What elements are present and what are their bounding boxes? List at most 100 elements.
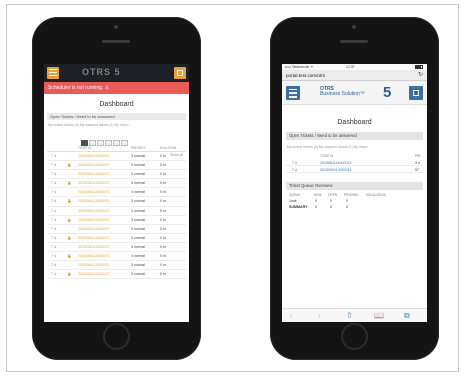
ticket-number-link[interactable]: 2015060114000011 <box>320 168 351 172</box>
table-row[interactable]: 7 d 2015060114000011 97 <box>286 166 423 173</box>
queue-pending-count: 0 <box>346 205 348 209</box>
ticket-number-link[interactable]: 2015060114000471 <box>78 245 110 249</box>
ticket-number-link[interactable]: 2015061114000014 <box>320 161 351 165</box>
figure-frame: OTRS 5 Scheduler is not running. ⚠ Dashb… <box>6 4 459 372</box>
ticket-age: 7 d <box>51 154 56 158</box>
menu-icon[interactable] <box>47 67 59 79</box>
column-header: OPEN <box>328 193 338 197</box>
menu-icon[interactable] <box>286 86 300 100</box>
back-icon[interactable]: ‹ <box>290 311 293 321</box>
section-header-open-tickets[interactable]: Open Tickets / Need to be answered <box>286 132 423 140</box>
queue-open-count: 0 <box>330 199 332 203</box>
column-header[interactable]: TICKET# <box>78 146 91 150</box>
tabs-icon[interactable]: ⧉ <box>404 311 410 321</box>
table-row[interactable]: 7 d 2015060114000471 3 normal 0 m <box>47 225 186 234</box>
ticket-number-link[interactable]: 2015060114000471 <box>78 272 110 276</box>
ticket-age: 7 d <box>292 160 297 165</box>
ticket-priority: 3 normal <box>131 254 145 259</box>
table-row[interactable]: 7 d 2015060114000471 3 normal 0 m <box>47 207 186 216</box>
ticket-age: 7 d <box>51 263 56 268</box>
logo-number: 5 <box>383 84 392 101</box>
reload-icon[interactable]: ↻ <box>418 70 423 81</box>
notification-icon[interactable] <box>409 86 423 100</box>
notification-icon[interactable] <box>174 67 186 79</box>
ticket-number-link[interactable]: 2015060114000471 <box>78 227 110 231</box>
column-header[interactable]: TICKET# <box>320 154 333 158</box>
ticket-priority: 3 n <box>415 160 420 165</box>
share-icon[interactable]: ⇧ <box>346 311 353 321</box>
ticket-filter-tabs[interactable]: My locked tickets (0) My watched tickets… <box>287 145 422 151</box>
column-header: PENDING <box>344 193 359 197</box>
bookmarks-icon[interactable]: 📖 <box>374 311 384 321</box>
ticket-number-link[interactable]: 2015060114000471 <box>78 263 110 267</box>
ticket-solution-time: 0 m <box>160 235 166 240</box>
ticket-number-link[interactable]: 2015060114000471 <box>78 218 110 222</box>
table-row[interactable]: 7 d 2015060114000471 3 normal 0 m <box>47 152 186 162</box>
ticket-number-link[interactable]: 2015060114000471 <box>78 181 110 185</box>
lock-icon: 🔒 <box>67 254 72 259</box>
ticket-filter-tabs[interactable]: My locked tickets (0) My watched tickets… <box>48 123 185 129</box>
ticket-age: 7 d <box>51 235 56 240</box>
ticket-number-link[interactable]: 2015060114000471 <box>78 172 110 176</box>
table-row[interactable]: 7 d 2015060114000471 3 normal 0 m <box>47 170 186 180</box>
ticket-number-link[interactable]: 2015060114000471 <box>78 163 110 167</box>
home-button[interactable] <box>103 323 130 350</box>
lock-icon: 🔒 <box>67 272 72 277</box>
ticket-number-link[interactable]: 2015060114000471 <box>78 154 110 158</box>
ticket-number-link[interactable]: 2015060114000471 <box>78 236 110 240</box>
speaker <box>340 40 368 43</box>
table-row[interactable]: 7 d 🔒 2015060114000471 3 normal 0 m <box>47 161 186 171</box>
queue-new-count: 0 <box>315 205 317 209</box>
section-header-queue-overview[interactable]: Ticket Queue Overview <box>286 182 423 190</box>
ticket-solution-time: 0 m <box>160 172 166 177</box>
forward-icon[interactable]: › <box>318 311 321 321</box>
screen-left: OTRS 5 Scheduler is not running. ⚠ Dashb… <box>44 64 189 322</box>
queue-name: SUMMARY <box>289 205 308 209</box>
ticket-age: 7 d <box>51 190 56 195</box>
ticket-solution-time: 0 m <box>160 263 166 268</box>
ticket-age: 7 d <box>51 172 56 177</box>
ticket-number-link[interactable]: 2015060114000471 <box>78 254 110 258</box>
ticket-solution-time: 0 m <box>160 254 166 259</box>
table-row[interactable]: 7 d 🔒 2015060114000471 3 normal 0 m <box>47 179 186 189</box>
ticket-age: 7 d <box>51 199 56 204</box>
table-row[interactable]: 7 d 🔒 2015060114000471 3 normal 0 m <box>47 197 186 207</box>
table-row[interactable]: 7 d 2015060114000471 3 normal 0 m <box>47 243 186 253</box>
table-row[interactable]: 7 d 🔒 2015060114000471 3 normal 0 m <box>47 270 186 280</box>
ticket-priority: 97 <box>415 167 419 172</box>
table-row[interactable]: 7 d 2015060114000471 3 normal 0 m <box>47 261 186 271</box>
ticket-number-link[interactable]: 2015060114000471 <box>78 190 110 194</box>
ticket-priority: 3 normal <box>131 263 145 268</box>
ticket-age: 7 d <box>51 163 56 168</box>
camera <box>352 25 356 29</box>
ticket-priority: 3 normal <box>131 199 145 204</box>
lock-icon: 🔒 <box>67 235 72 240</box>
ticket-age: 7 d <box>51 181 56 186</box>
home-button[interactable] <box>341 323 368 350</box>
ticket-priority: 3 normal <box>131 226 145 231</box>
url-text: portal.test.com/otrs <box>286 73 326 78</box>
pagination <box>81 133 189 146</box>
column-header[interactable]: PRIORITY <box>131 146 146 150</box>
column-header[interactable]: SOLUTION <box>160 146 176 150</box>
table-row[interactable]: 7 d 🔒 2015060114000471 3 normal 0 m <box>47 252 186 262</box>
column-header[interactable]: PRI <box>415 154 420 158</box>
table-row[interactable]: 7 d 2015061114000014 3 n <box>286 159 423 166</box>
table-row[interactable]: 7 d 🔒 2015060114000471 3 normal 0 m <box>47 216 186 225</box>
queue-pending-count: 0 <box>346 199 348 203</box>
ticket-priority: 3 normal <box>131 272 145 277</box>
ticket-solution-time: 0 m <box>160 217 166 222</box>
table-row[interactable]: 7 d 2015060114000471 3 normal 0 m <box>47 188 186 198</box>
ticket-age: 7 d <box>51 254 56 259</box>
carrier-label: ••••• Telekom.de ᯤ <box>285 65 314 69</box>
otrs-logo: OTRS 5 <box>82 67 121 77</box>
ticket-number-link[interactable]: 2015060114000471 <box>78 199 110 203</box>
table-row[interactable]: 7 d 🔒 2015060114000471 3 normal 0 m <box>47 234 186 243</box>
battery-icon <box>415 65 423 69</box>
address-bar[interactable]: portal.test.com/otrs ↻ <box>282 70 427 81</box>
queue-row[interactable]: SUMMARY 0 0 0 <box>286 204 423 210</box>
ticket-number-link[interactable]: 2015060114000471 <box>78 209 110 213</box>
queue-name[interactable]: Junk <box>289 199 297 203</box>
section-header-open-tickets[interactable]: Open Tickets / Need to be answered <box>47 113 186 120</box>
ticket-solution-time: 0 m <box>160 244 166 249</box>
